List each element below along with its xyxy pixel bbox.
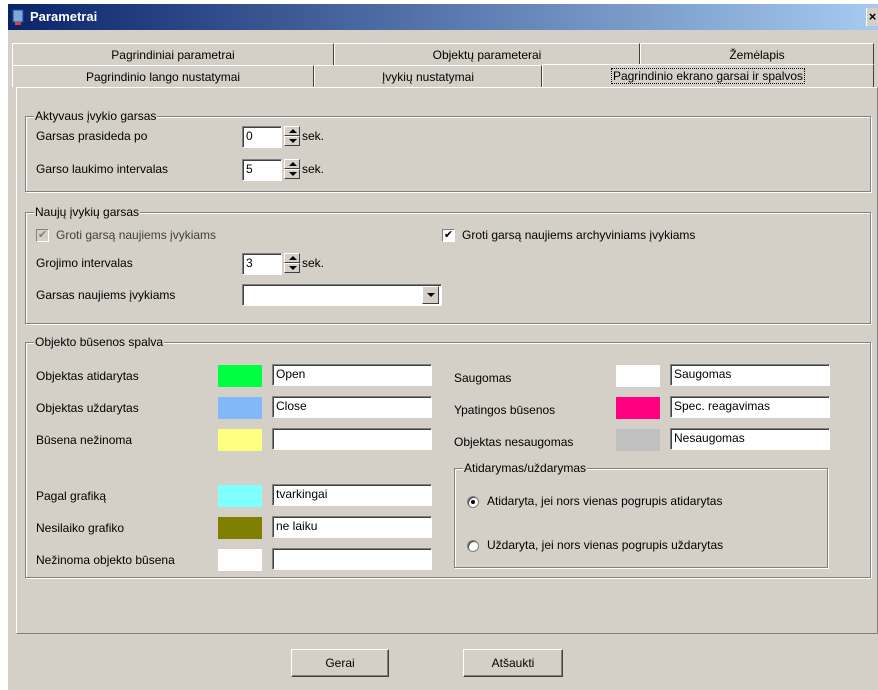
play-archive-label: Groti garsą naujiems archyviniams įvykia…	[462, 228, 696, 242]
start-label: Garsas prasideda po	[36, 129, 148, 143]
ok-button[interactable]: Gerai	[291, 649, 389, 677]
chevron-down-icon	[427, 293, 435, 297]
stepper-up-icon[interactable]	[284, 126, 300, 136]
status-label: Nesilaiko grafiko	[36, 521, 125, 535]
status-text-unguarded[interactable]: Nesaugomas	[670, 428, 830, 450]
color-swatch-unknown[interactable]	[218, 429, 262, 451]
tab-ivykiu-nustatymai[interactable]: Įvykių nustatymai	[314, 65, 542, 87]
wait-unit: sek.	[302, 162, 325, 176]
color-swatch-unguarded[interactable]	[616, 429, 660, 451]
stepper-down-icon[interactable]	[284, 263, 300, 273]
start-delay-input[interactable]: 0	[242, 126, 282, 148]
app-icon	[12, 9, 24, 25]
tab-label: Įvykių nustatymai	[381, 70, 475, 84]
play-new-label: Groti garsą naujiems įvykiams	[56, 228, 217, 242]
stepper-up-icon[interactable]	[284, 253, 300, 263]
tab-garsai-ir-spalvos[interactable]: Pagrindinio ekrano garsai ir spalvos	[542, 64, 874, 87]
status-label: Būsena nežinoma	[36, 433, 133, 447]
group-title: Atidarymas/uždarymas	[463, 461, 588, 475]
sound-select-dropdown-button[interactable]	[422, 286, 439, 304]
title-bar: Parametrai ×	[8, 4, 878, 30]
status-text-guarded[interactable]: Saugomas	[670, 364, 830, 386]
tab-objektu-parameterai[interactable]: Objektų parameterai	[334, 43, 640, 65]
radio-option-open[interactable]	[467, 496, 479, 508]
dialog-window: Parametrai × Pagrindiniai parametrai Obj…	[8, 4, 878, 690]
color-swatch-guarded[interactable]	[616, 365, 660, 387]
status-label: Objektas atidarytas	[36, 369, 139, 383]
stepper-down-icon[interactable]	[284, 169, 300, 179]
status-text-off-schedule[interactable]: ne laiku	[272, 516, 432, 538]
status-label: Saugomas	[454, 371, 512, 385]
status-label: Objektas nesaugomas	[454, 435, 574, 449]
tab-panel: Aktyvaus įvykio garsas Garsas prasideda …	[16, 87, 878, 634]
radio-label: Uždaryta, jei nors vienas pogrupis uždar…	[487, 538, 724, 552]
tab-pagrindiniai-parametrai[interactable]: Pagrindiniai parametrai	[12, 43, 334, 65]
color-swatch-special[interactable]	[616, 397, 660, 419]
status-text-unknown[interactable]	[272, 428, 432, 450]
wait-interval-input[interactable]: 5	[242, 159, 282, 181]
tab-pagrindinio-lango-nustatymai[interactable]: Pagrindinio lango nustatymai	[12, 65, 314, 87]
tab-label: Objektų parameterai	[432, 48, 542, 62]
tab-label: Pagrindinio lango nustatymai	[85, 70, 241, 84]
stepper-up-icon[interactable]	[284, 159, 300, 169]
color-swatch-open[interactable]	[218, 365, 262, 387]
close-button[interactable]: ×	[866, 8, 878, 26]
status-text-on-schedule[interactable]: tvarkingai	[272, 484, 432, 506]
status-label: Ypatingos būsenos	[454, 403, 556, 417]
group-title: Naujų įvykių garsas	[34, 205, 141, 219]
status-label: Pagal grafiką	[36, 489, 107, 503]
start-delay-stepper[interactable]	[284, 126, 300, 146]
status-text-open[interactable]: Open	[272, 364, 432, 386]
tab-label: Pagrindinio ekrano garsai ir spalvos	[610, 68, 806, 84]
sound-label: Garsas naujiems įvykiams	[36, 288, 176, 302]
color-swatch-off-schedule[interactable]	[218, 517, 262, 539]
window-title: Parametrai	[30, 9, 98, 24]
tab-zemelapis[interactable]: Žemėlapis	[640, 43, 874, 65]
wait-interval-stepper[interactable]	[284, 159, 300, 179]
stepper-down-icon[interactable]	[284, 136, 300, 146]
color-swatch-on-schedule[interactable]	[218, 485, 262, 507]
cancel-button[interactable]: Atšaukti	[463, 649, 563, 677]
radio-label: Atidaryta, jei nors vienas pogrupis atid…	[487, 494, 723, 508]
play-interval-input[interactable]: 3	[242, 253, 282, 275]
group-title: Objekto būsenos spalva	[34, 335, 165, 349]
interval-label: Grojimo intervalas	[36, 256, 133, 270]
status-text-special[interactable]: Spec. reagavimas	[670, 396, 830, 418]
tab-label: Pagrindiniai parametrai	[111, 48, 235, 62]
wait-label: Garso laukimo intervalas	[36, 162, 169, 176]
group-status-colors: Objekto būsenos spalva Objektas atidaryt…	[25, 335, 871, 578]
play-archive-checkbox[interactable]: ✔	[442, 229, 455, 242]
tab-label: Žemėlapis	[729, 48, 785, 62]
color-swatch-closed[interactable]	[218, 397, 262, 419]
interval-unit: sek.	[302, 256, 325, 270]
status-label: Nežinoma objekto būsena	[36, 553, 175, 567]
group-new-sound: Naujų įvykių garsas ✔ Groti garsą naujie…	[25, 205, 871, 324]
play-new-checkbox[interactable]: ✔	[36, 229, 49, 242]
status-label: Objektas uždarytas	[36, 401, 139, 415]
group-open-close: Atidarymas/uždarymas Atidaryta, jei nors…	[454, 461, 828, 568]
status-text-unknown-object[interactable]	[272, 548, 432, 570]
radio-option-close[interactable]	[467, 540, 479, 552]
start-unit: sek.	[302, 129, 325, 143]
group-active-sound: Aktyvaus įvykio garsas Garsas prasideda …	[25, 109, 871, 192]
status-text-closed[interactable]: Close	[272, 396, 432, 418]
color-swatch-unknown-object[interactable]	[218, 549, 262, 571]
play-interval-stepper[interactable]	[284, 253, 300, 273]
sound-select[interactable]	[242, 284, 442, 306]
group-title: Aktyvaus įvykio garsas	[34, 109, 158, 123]
